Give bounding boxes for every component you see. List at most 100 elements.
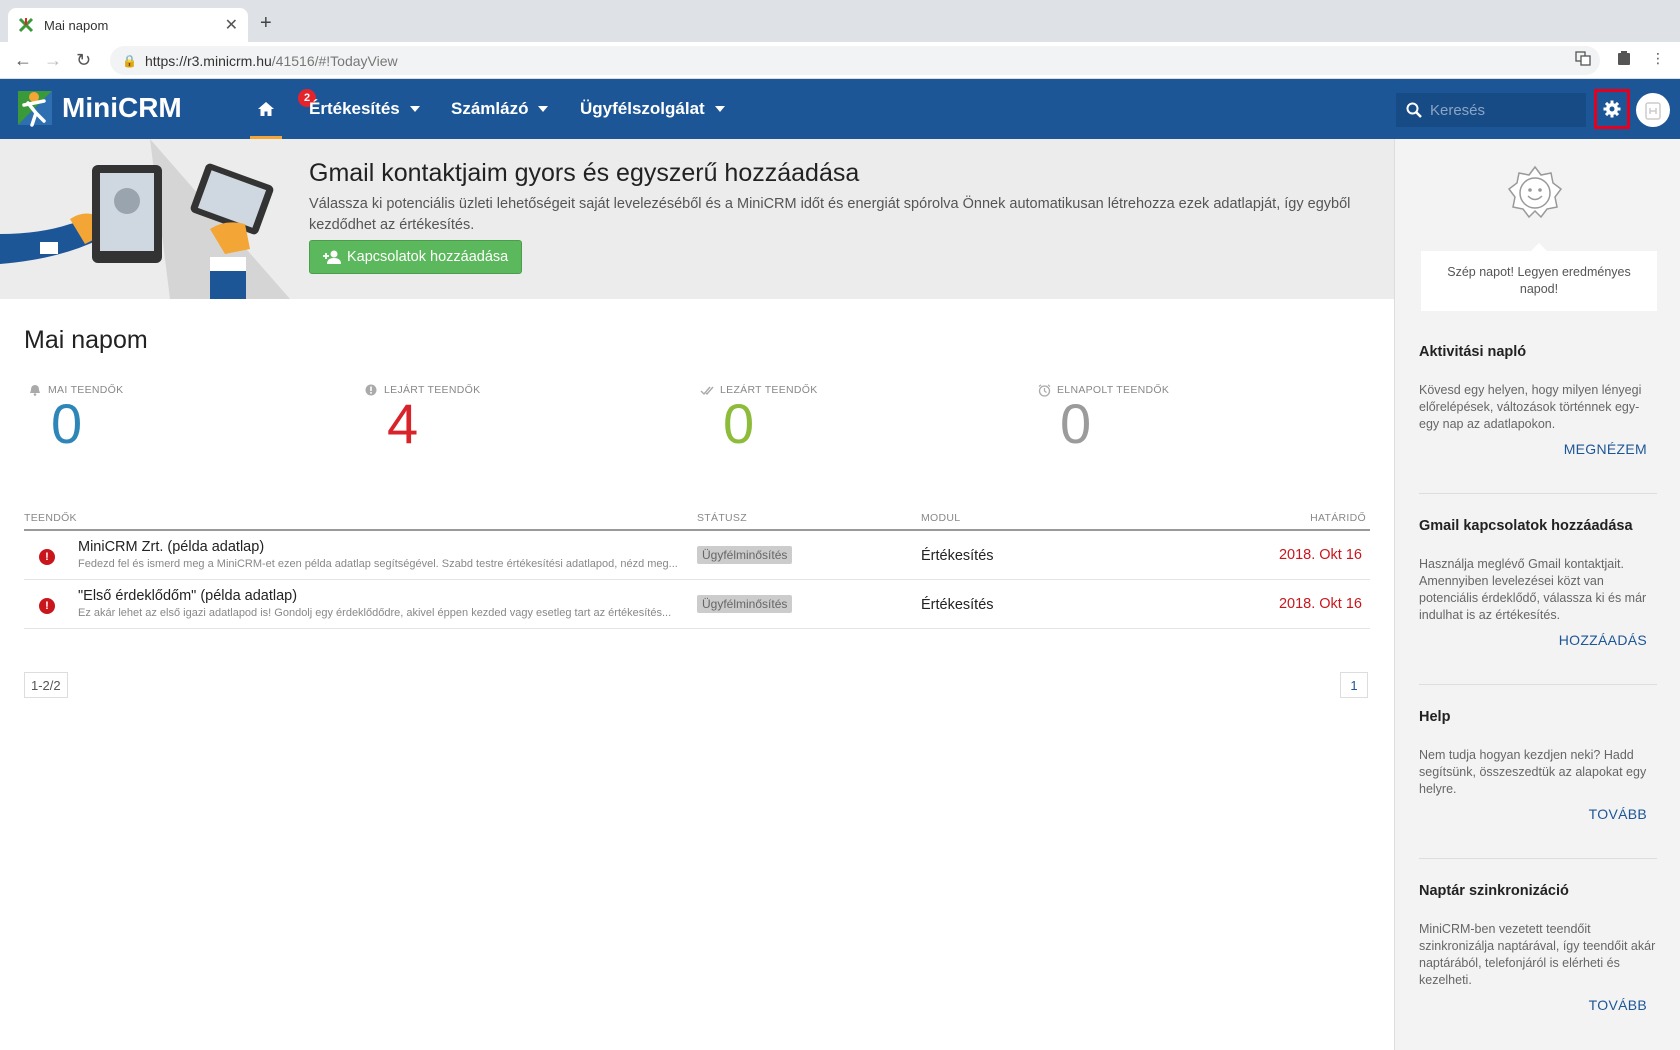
task-module: Értékesítés	[921, 548, 994, 564]
translate-icon[interactable]	[1574, 50, 1592, 68]
table-row[interactable]: ! MiniCRM Zrt. (példa adatlap) Fedezd fe…	[24, 531, 1370, 580]
minicrm-favicon-icon	[18, 17, 34, 33]
stat-overdue-tasks[interactable]: LEJÁRT TEENDŐK 4	[364, 383, 664, 454]
minicrm-logo[interactable]: MiniCRM	[14, 87, 182, 129]
column-header-deadline[interactable]: HATÁRIDŐ	[1310, 512, 1366, 524]
add-contacts-button[interactable]: Kapcsolatok hozzáadása	[309, 240, 523, 274]
url-path: /41516/#!TodayView	[271, 52, 398, 69]
nav-home[interactable]	[250, 79, 282, 139]
task-title[interactable]: MiniCRM Zrt. (példa adatlap)	[78, 539, 264, 555]
section-text: MiniCRM-ben vezetett teendőit szinkroniz…	[1419, 922, 1656, 987]
nav-ugyfelszolgalat[interactable]: Ügyfélszolgálat	[580, 79, 725, 139]
section-text: Nem tudja hogyan kezdjen neki? Hadd segí…	[1419, 748, 1647, 796]
divider	[1419, 493, 1657, 494]
stat-postponed-tasks[interactable]: ELNAPOLT TEENDŐK 0	[1037, 383, 1337, 454]
gmail-import-banner: Gmail kontaktjaim gyors és egyszerű hozz…	[0, 139, 1394, 299]
settings-button[interactable]	[1594, 89, 1630, 129]
url-bar[interactable]: 🔒 https://r3.minicrm.hu/41516/#!TodayVie…	[110, 46, 1600, 75]
task-module: Értékesítés	[921, 597, 994, 613]
add-contacts-label: Kapcsolatok hozzáadása	[347, 249, 509, 265]
close-tab-icon[interactable]: ✕	[225, 15, 238, 35]
gear-icon	[1603, 100, 1621, 118]
logo-text: MiniCRM	[62, 92, 182, 123]
nav-ertekesites[interactable]: Értékesítés	[309, 79, 420, 139]
calendar-sync-more-link[interactable]: TOVÁBB	[1419, 997, 1657, 1013]
column-header-module[interactable]: MODUL	[921, 512, 960, 524]
page-title: Mai napom	[24, 326, 148, 354]
sidebar-section-help: Help Nem tudja hogyan kezdjen neki? Hadd…	[1419, 709, 1657, 822]
browser-toolbar: ← → ↻ 🔒 https://r3.minicrm.hu/41516/#!To…	[0, 42, 1680, 79]
task-deadline: 2018. Okt 16	[1278, 596, 1362, 612]
task-deadline: 2018. Okt 16	[1278, 547, 1362, 563]
new-tab-icon[interactable]: +	[260, 12, 272, 35]
pagination-count: 1-2/2	[24, 672, 68, 698]
divider	[1419, 858, 1657, 859]
double-check-icon	[700, 383, 714, 397]
lock-icon: 🔒	[122, 53, 137, 68]
task-title[interactable]: "Első érdeklődőm" (példa adatlap)	[78, 588, 297, 604]
nav-szamlazo[interactable]: Számlázó	[451, 79, 549, 139]
alarm-clock-icon	[1037, 383, 1051, 397]
stat-closed-tasks[interactable]: LEZÁRT TEENDŐK 0	[700, 383, 1000, 454]
tab-title: Mai napom	[44, 17, 109, 33]
sidebar-section-calendar-sync: Naptár szinkronizáció MiniCRM-ben vezete…	[1419, 883, 1657, 1013]
right-sidebar: Szép napot! Legyen eredményes napod! Akt…	[1394, 139, 1680, 1050]
banner-title: Gmail kontaktjaim gyors és egyszerű hozz…	[309, 159, 860, 187]
bell-icon	[28, 383, 42, 397]
chevron-down-icon	[714, 106, 725, 112]
minicrm-logo-icon	[18, 91, 52, 127]
smiling-sun-icon	[1507, 165, 1563, 219]
nav-szamlazo-label: Számlázó	[451, 99, 529, 118]
view-activity-link[interactable]: MEGNÉZEM	[1419, 441, 1657, 457]
menu-kebab-icon[interactable]: ⋮	[1649, 50, 1667, 68]
nav-ertekesites-label: Értékesítés	[309, 99, 400, 118]
stat-value: 0	[1060, 392, 1092, 455]
task-description: Ez akár lehet az első igazi adatlapod is…	[78, 607, 672, 619]
hands-tablets-illustration	[0, 139, 290, 299]
table-row[interactable]: ! "Első érdeklődőm" (példa adatlap) Ez a…	[24, 580, 1370, 629]
search-input[interactable]	[1430, 101, 1570, 119]
chevron-down-icon	[538, 106, 549, 112]
table-header: TEENDŐK STÁTUSZ MODUL HATÁRIDŐ	[24, 508, 1370, 531]
sidebar-section-gmail-contacts: Gmail kapcsolatok hozzáadása Használja m…	[1419, 518, 1657, 648]
back-icon[interactable]: ←	[14, 50, 32, 71]
stat-value: 0	[51, 392, 83, 455]
stat-value: 0	[723, 392, 755, 455]
forward-icon[interactable]: →	[44, 50, 62, 71]
extension-icon[interactable]	[1615, 50, 1633, 68]
help-more-link[interactable]: TOVÁBB	[1419, 806, 1657, 822]
task-description: Fedezd fel és ismerd meg a MiniCRM-et ez…	[78, 558, 678, 570]
add-gmail-link[interactable]: HOZZÁADÁS	[1419, 632, 1657, 648]
user-avatar-icon	[1645, 102, 1661, 120]
column-header-tasks[interactable]: TEENDŐK	[24, 512, 77, 524]
home-icon	[258, 102, 274, 116]
stat-today-tasks[interactable]: MAI TEENDŐK 0	[28, 383, 328, 454]
overdue-alert-icon: !	[39, 549, 55, 565]
greeting-bubble: Szép napot! Legyen eredményes napod!	[1421, 243, 1657, 311]
overdue-alert-icon: !	[39, 598, 55, 614]
pagination-page-1[interactable]: 1	[1340, 672, 1368, 698]
section-text: Használja meglévő Gmail kontaktjait. Ame…	[1419, 557, 1647, 622]
status-badge: Ügyfélminősítés	[697, 595, 793, 613]
tasks-table: TEENDŐK STÁTUSZ MODUL HATÁRIDŐ ! MiniCRM…	[24, 508, 1370, 629]
app-header: MiniCRM 2 Értékesítés Számlázó Ügyfélszo…	[0, 79, 1680, 139]
avatar[interactable]	[1636, 93, 1670, 127]
browser-tabbar: Mai napom ✕ +	[0, 0, 1680, 42]
section-text: Kövesd egy helyen, hogy milyen lényegi e…	[1419, 383, 1642, 431]
browser-tab[interactable]: Mai napom ✕	[8, 8, 248, 42]
reload-icon[interactable]: ↻	[76, 50, 91, 71]
divider	[1419, 684, 1657, 685]
add-person-icon	[323, 250, 341, 264]
chevron-down-icon	[409, 106, 420, 112]
section-title: Aktivitási napló	[1419, 344, 1527, 360]
section-title: Gmail kapcsolatok hozzáadása	[1419, 518, 1633, 534]
status-badge: Ügyfélminősítés	[697, 546, 793, 564]
search-box	[1396, 93, 1586, 127]
section-title: Help	[1419, 709, 1451, 725]
section-title: Naptár szinkronizáció	[1419, 883, 1569, 899]
column-header-status[interactable]: STÁTUSZ	[697, 512, 747, 524]
exclamation-circle-icon	[364, 383, 378, 397]
sidebar-section-activity-log: Aktivitási napló Kövesd egy helyen, hogy…	[1419, 344, 1657, 457]
nav-ugyfelszolgalat-label: Ügyfélszolgálat	[580, 99, 705, 118]
stat-value: 4	[387, 392, 419, 455]
